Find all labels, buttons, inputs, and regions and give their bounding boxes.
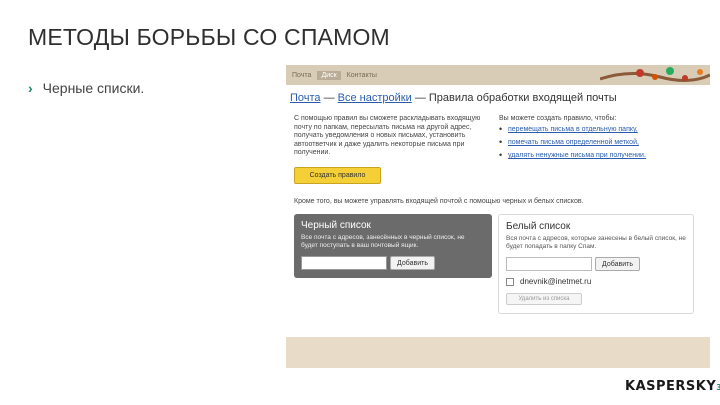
kaspersky-logo: KASPERSKY3 (625, 379, 720, 394)
mark-with-label-link[interactable]: помечать письма определенной меткой, (508, 139, 639, 146)
logo-text: KASPERSKY (625, 379, 717, 394)
blacklist-description: Все почта с адресов, занесённых в черный… (301, 234, 465, 249)
lists-info-text: Кроме того, вы можете управлять входящей… (294, 198, 584, 205)
whitelist-add-button[interactable]: Добавить (595, 257, 640, 271)
list-item: помечать письма определенной меткой, (499, 138, 699, 147)
tab-contacts[interactable]: Контакты (343, 71, 381, 80)
tab-disk[interactable]: Диск (317, 70, 341, 80)
whitelist-entry-checkbox[interactable] (506, 277, 514, 286)
whitelist-panel: Белый список Вся почта с адресов, которы… (498, 214, 694, 314)
delete-on-receive-link[interactable]: удалять ненужные письма при получении. (508, 152, 646, 159)
breadcrumb-separator: — (323, 92, 335, 104)
whitelist-entry-address: dnevnik@inetmet.ru (520, 277, 592, 286)
breadcrumb: Почта — Все настройки — Правила обработк… (290, 92, 617, 104)
mail-screenshot: Почта Диск Контакты Почта — Все настройк… (286, 65, 710, 368)
breadcrumb-mail-link[interactable]: Почта (290, 92, 321, 104)
breadcrumb-settings-link[interactable]: Все настройки (338, 92, 412, 104)
mail-settings-page: Почта — Все настройки — Правила обработк… (286, 85, 710, 365)
rules-possibilities-title: Вы можете создать правило, чтобы: (499, 115, 617, 122)
whitelist-title: Белый список (506, 221, 571, 232)
create-rule-button[interactable]: Создать правило (294, 167, 381, 184)
blacklist-add-row: Добавить (301, 256, 435, 270)
page-title: Правила обработки входящей почты (428, 92, 617, 104)
bullet-item: › Черные списки. (28, 80, 144, 96)
blacklist-panel: Черный список Все почта с адресов, занес… (294, 214, 492, 278)
rules-intro-text: С помощью правил вы сможете раскладывать… (294, 115, 481, 156)
rules-possibilities: Вы можете создать правило, чтобы: переме… (499, 115, 699, 165)
bullet-text: Черные списки. (42, 80, 145, 96)
blacklist-address-input[interactable] (301, 256, 387, 270)
whitelist-add-row: Добавить (506, 257, 640, 271)
blacklist-add-button[interactable]: Добавить (390, 256, 435, 270)
decorative-ornament-icon (600, 67, 710, 82)
whitelist-description: Вся почта с адресов, которые занесены в … (506, 235, 686, 250)
list-item: перемещать письма в отдельную папку, (499, 125, 699, 134)
remove-from-list-button[interactable]: Удалить из списка (506, 293, 582, 305)
move-to-folder-link[interactable]: перемещать письма в отдельную папку, (508, 126, 638, 133)
whitelist-address-input[interactable] (506, 257, 592, 271)
whitelist-entry: dnevnik@inetmet.ru (506, 277, 591, 286)
tab-mail[interactable]: Почта (288, 71, 315, 80)
blacklist-title: Черный список (301, 220, 371, 231)
chevron-right-icon: › (28, 80, 33, 96)
slide-title: МЕТОДЫ БОРЬБЫ СО СПАМОМ (28, 24, 390, 50)
breadcrumb-separator: — (414, 92, 426, 104)
list-item: удалять ненужные письма при получении. (499, 151, 699, 160)
page-footer-strip (286, 337, 710, 365)
mail-topbar: Почта Диск Контакты (286, 65, 710, 85)
logo-mark: 3 (716, 383, 720, 392)
